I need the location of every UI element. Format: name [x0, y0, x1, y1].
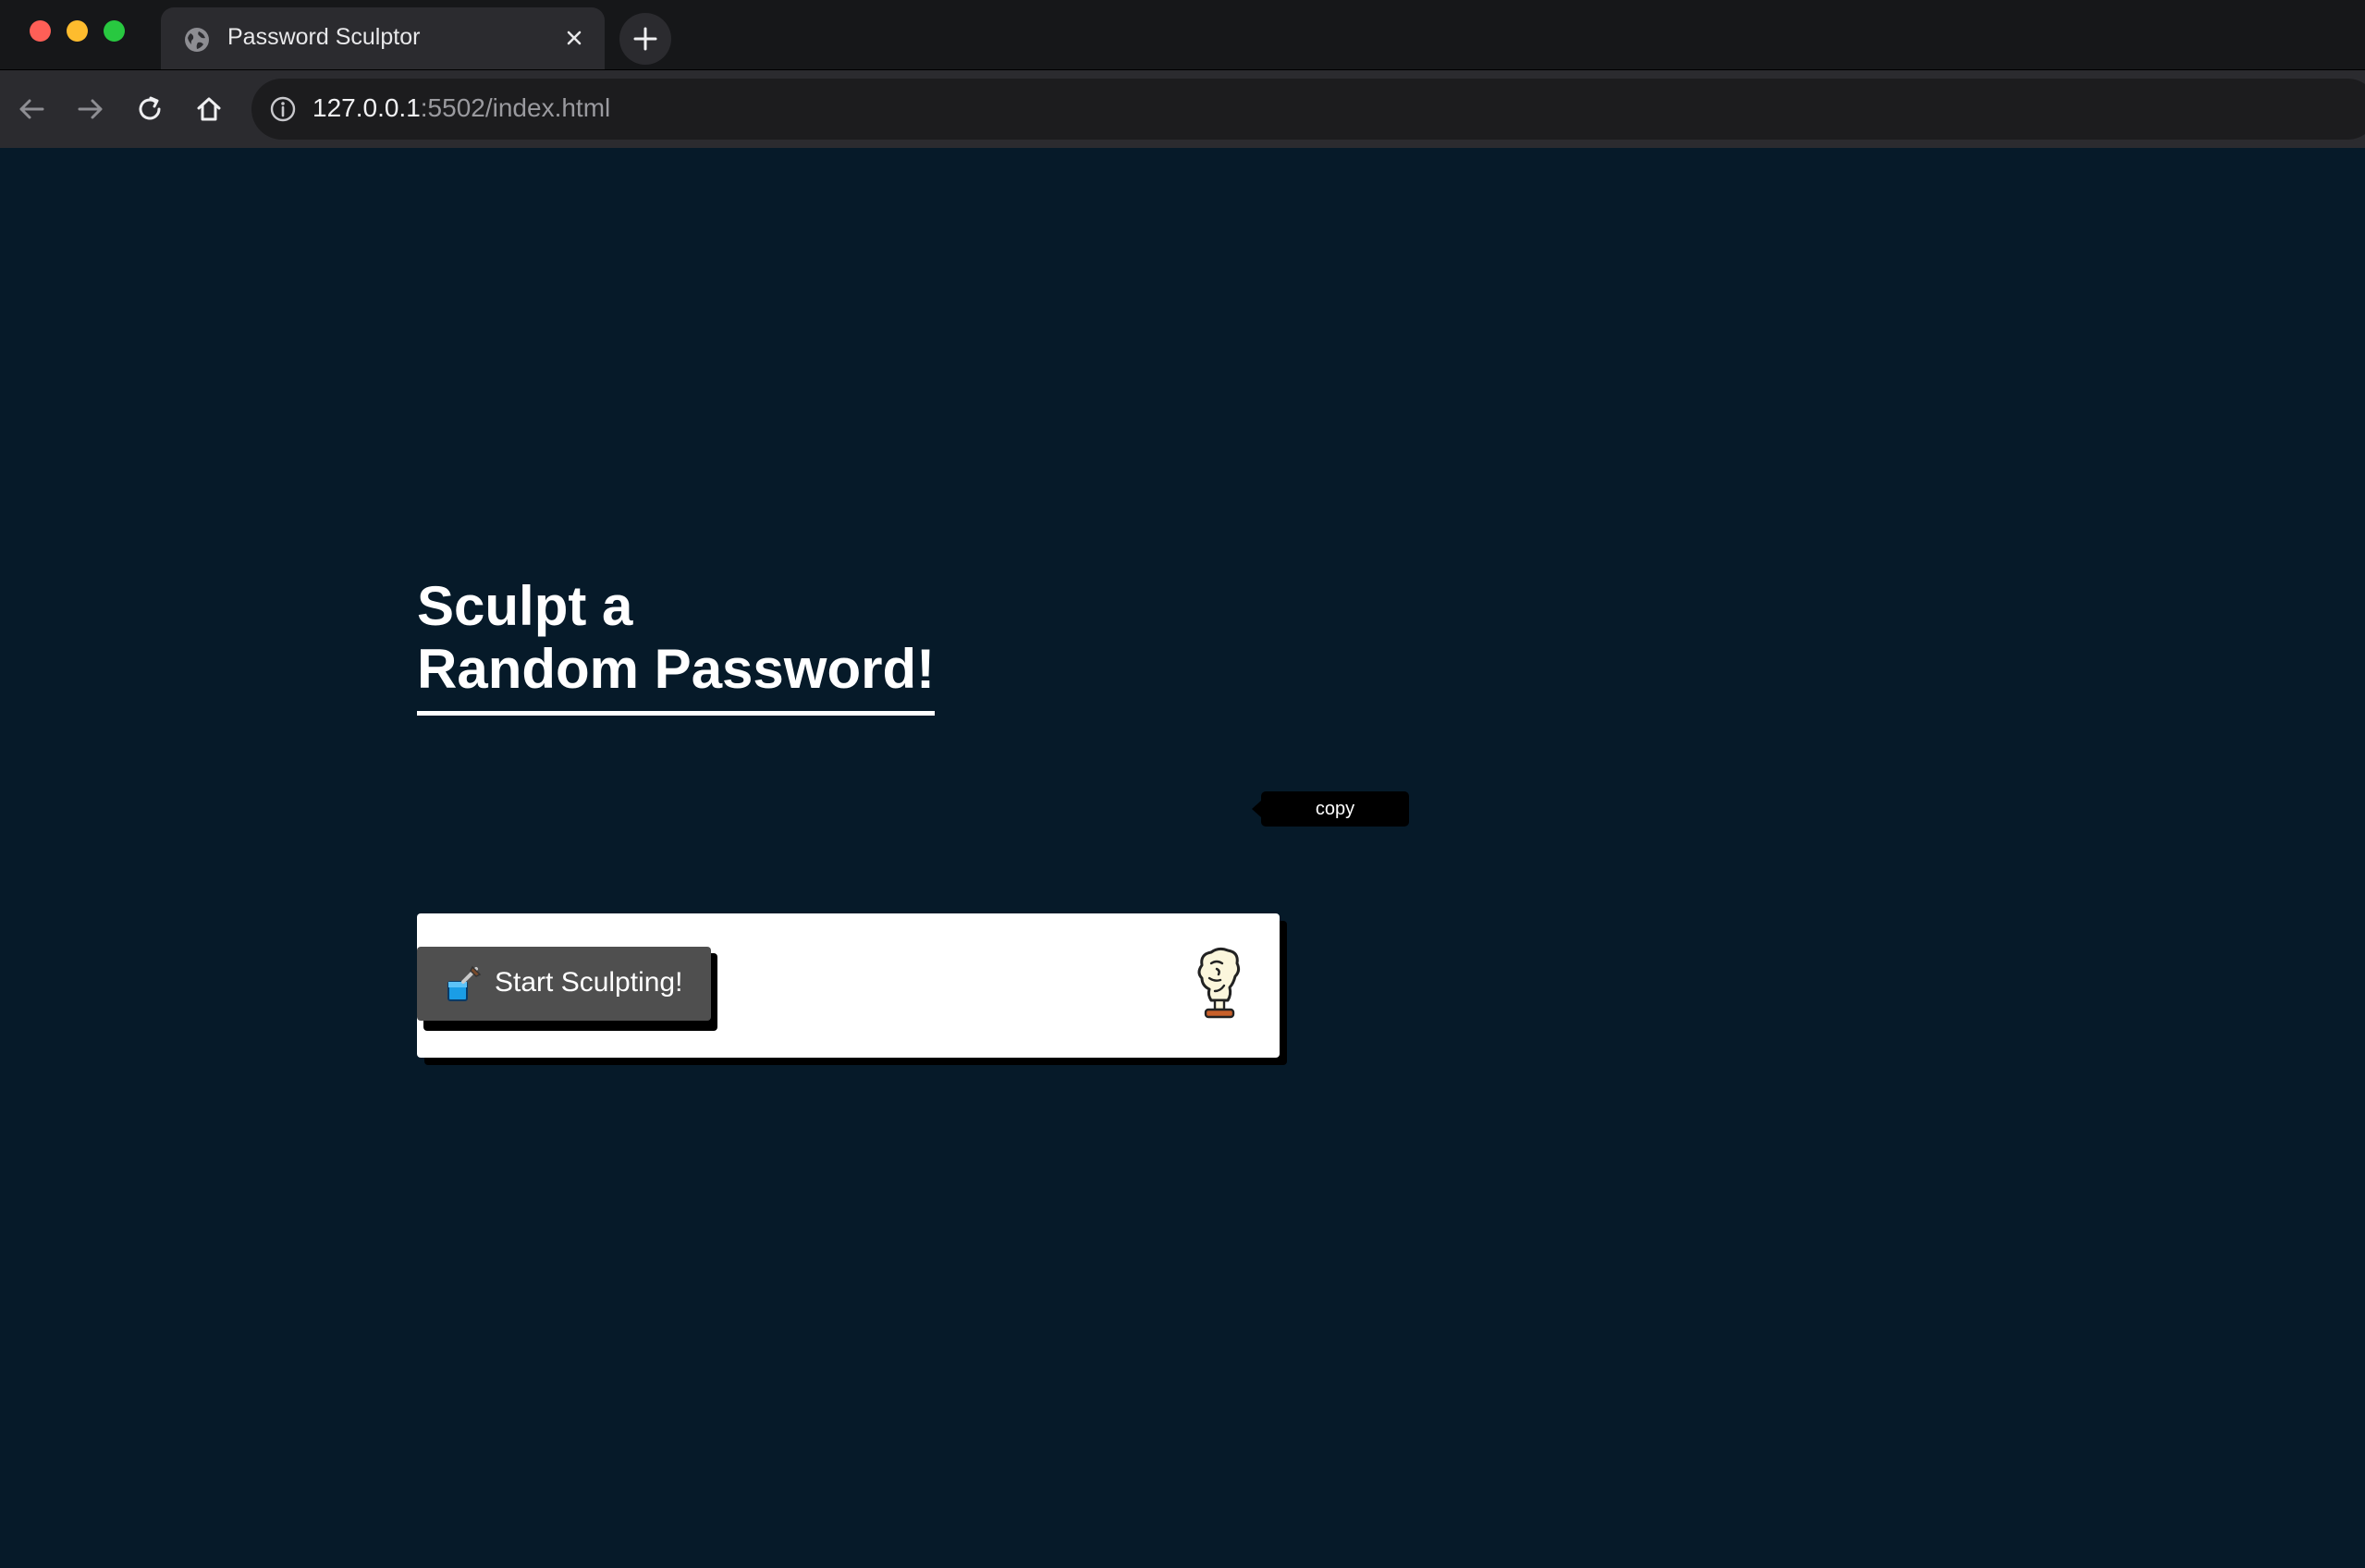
- globe-icon: [185, 28, 209, 52]
- tab-title: Password Sculptor: [227, 24, 421, 50]
- minimize-window-button[interactable]: [67, 20, 88, 42]
- browser-tab-strip: Password Sculptor: [0, 0, 2365, 70]
- home-icon: [197, 97, 221, 121]
- close-icon[interactable]: [560, 24, 588, 52]
- forward-button[interactable]: [72, 91, 109, 128]
- back-button[interactable]: [13, 91, 50, 128]
- chisel-icon: [447, 965, 482, 1001]
- sculpture-icon[interactable]: [1189, 945, 1248, 1023]
- url-path: :5502/index.html: [420, 93, 611, 122]
- reload-icon: [139, 96, 161, 120]
- copy-tooltip: copy: [1252, 791, 1409, 827]
- info-icon[interactable]: [268, 94, 298, 124]
- url-text[interactable]: 127.0.0.1:5502/index.html: [312, 93, 610, 123]
- page-title: Sculpt a Random Password!: [417, 575, 935, 701]
- arrow-left-icon: [19, 99, 44, 119]
- browser-tab[interactable]: Password Sculptor: [161, 7, 605, 69]
- maximize-window-button[interactable]: [104, 20, 125, 42]
- title-underline: [417, 711, 935, 716]
- reload-button[interactable]: [131, 91, 168, 128]
- title-line-2: Random Password!: [417, 638, 936, 700]
- title-line-1: Sculpt a: [417, 575, 633, 637]
- home-button[interactable]: [190, 91, 227, 128]
- start-sculpting-button[interactable]: Start Sculpting!: [417, 947, 711, 1021]
- close-window-button[interactable]: [30, 20, 51, 42]
- plus-icon: [633, 27, 657, 51]
- new-tab-button[interactable]: [619, 13, 671, 65]
- address-bar[interactable]: 127.0.0.1:5502/index.html: [251, 79, 2365, 140]
- url-host: 127.0.0.1: [312, 93, 421, 122]
- start-sculpting-label: Start Sculpting!: [495, 967, 683, 998]
- arrow-right-icon: [78, 99, 103, 119]
- page-content: Sculpt a Random Password!: [0, 148, 2365, 1568]
- browser-toolbar: 127.0.0.1:5502/index.html: [0, 70, 2365, 148]
